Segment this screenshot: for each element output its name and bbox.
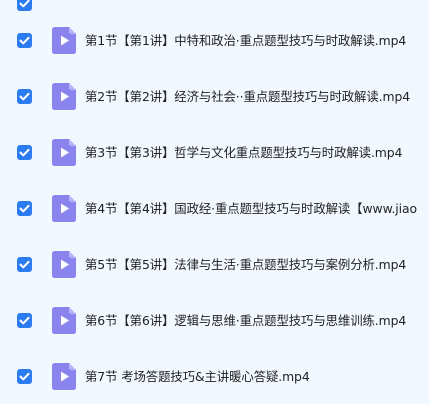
video-file-icon — [52, 363, 76, 390]
file-row[interactable]: 第5节【第5讲】法律与生活·重点题型技巧与案例分析.mp4 — [0, 237, 429, 293]
file-row[interactable]: 第3节【第3讲】哲学与文化重点题型技巧与时政解读.mp4 — [0, 125, 429, 181]
file-list: 第1节【第1讲】中特和政治·重点题型技巧与时政解读.mp4 第2节【第2讲】经济… — [0, 0, 429, 404]
checkbox-checked-icon[interactable] — [17, 0, 32, 11]
file-row[interactable]: 第2节【第2讲】经济与社会··重点题型技巧与时政解读.mp4 — [0, 69, 429, 125]
video-file-icon — [52, 251, 76, 278]
file-name: 第3节【第3讲】哲学与文化重点题型技巧与时政解读.mp4 — [85, 145, 403, 160]
checkbox-checked-icon[interactable] — [17, 369, 32, 384]
video-file-icon — [52, 139, 76, 166]
checkbox-checked-icon[interactable] — [17, 313, 32, 328]
checkbox-checked-icon[interactable] — [17, 201, 32, 216]
file-row[interactable]: 第4节【第4讲】国政经·重点题型技巧与时政解读【www.jiao — [0, 181, 429, 237]
file-name: 第5节【第5讲】法律与生活·重点题型技巧与案例分析.mp4 — [85, 257, 407, 272]
file-name: 第4节【第4讲】国政经·重点题型技巧与时政解读【www.jiao — [85, 201, 417, 216]
file-row[interactable]: 第7节 考场答题技巧&主讲暖心答疑.mp4 — [0, 349, 429, 404]
file-row[interactable] — [0, 0, 429, 11]
checkbox-checked-icon[interactable] — [17, 257, 32, 272]
video-file-icon — [52, 195, 76, 222]
file-row[interactable]: 第1节【第1讲】中特和政治·重点题型技巧与时政解读.mp4 — [0, 13, 429, 69]
video-file-icon — [52, 307, 76, 334]
checkbox-checked-icon[interactable] — [17, 33, 32, 48]
file-row[interactable]: 第6节【第6讲】逻辑与思维·重点题型技巧与思维训练.mp4 — [0, 293, 429, 349]
file-name: 第2节【第2讲】经济与社会··重点题型技巧与时政解读.mp4 — [85, 89, 410, 104]
file-name: 第1节【第1讲】中特和政治·重点题型技巧与时政解读.mp4 — [85, 33, 407, 48]
video-file-icon — [52, 83, 76, 110]
file-name: 第6节【第6讲】逻辑与思维·重点题型技巧与思维训练.mp4 — [85, 313, 407, 328]
checkbox-checked-icon[interactable] — [17, 145, 32, 160]
file-name: 第7节 考场答题技巧&主讲暖心答疑.mp4 — [85, 369, 310, 384]
checkbox-checked-icon[interactable] — [17, 89, 32, 104]
video-file-icon — [52, 27, 76, 54]
